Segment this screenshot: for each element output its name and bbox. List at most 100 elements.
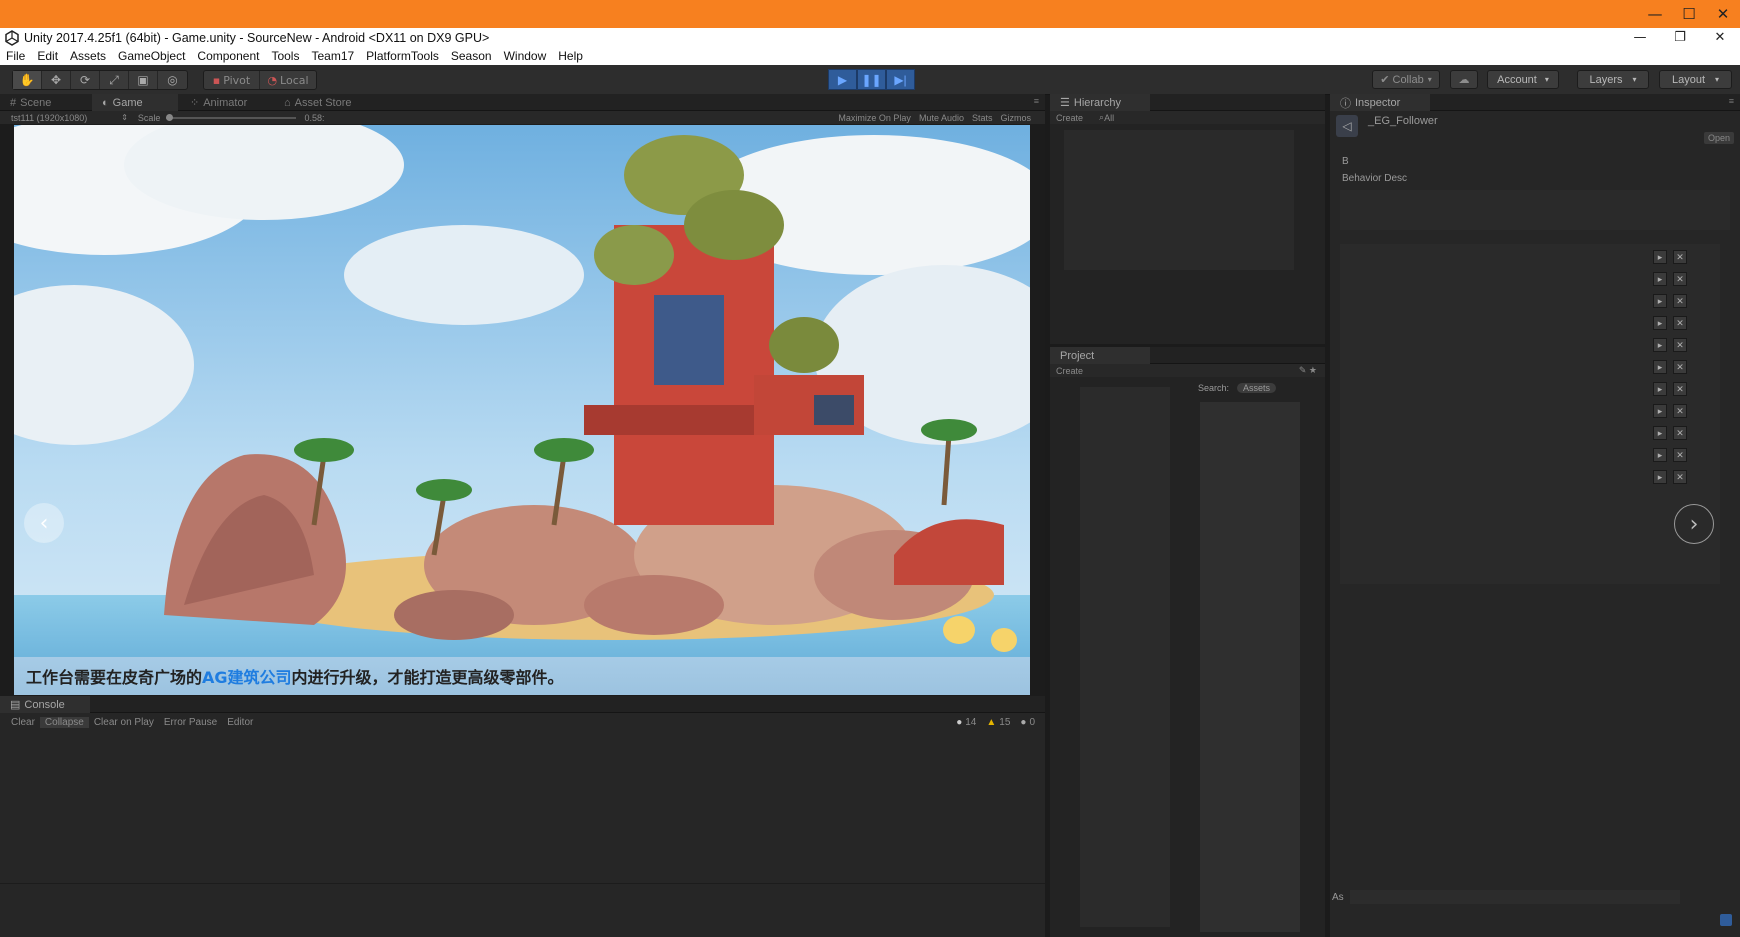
local-toggle[interactable]: ◔ Local bbox=[260, 71, 316, 89]
collapse-toggle[interactable]: Collapse bbox=[39, 716, 89, 728]
remove-icon[interactable]: ✕ bbox=[1673, 470, 1687, 484]
panel-menu-icon[interactable]: ≡ bbox=[1034, 96, 1039, 106]
tab-project[interactable]: Project bbox=[1050, 347, 1150, 364]
project-asset-list[interactable] bbox=[1200, 402, 1300, 932]
title-controls: — ❐ ✕ bbox=[1620, 28, 1740, 47]
scale-slider-thumb[interactable] bbox=[166, 113, 174, 121]
editor-dropdown[interactable]: Editor bbox=[222, 717, 258, 728]
tag-icon[interactable] bbox=[1720, 914, 1732, 926]
panel-menu-icon[interactable]: ≡ bbox=[1729, 96, 1734, 106]
create-dropdown[interactable]: Create bbox=[1056, 366, 1083, 376]
move-tool-icon[interactable]: ✥ bbox=[42, 71, 71, 89]
expand-icon[interactable]: ▸ bbox=[1653, 316, 1667, 330]
tag-icon[interactable]: ✎ ★ bbox=[1299, 365, 1317, 376]
next-slide-button[interactable]: › bbox=[1674, 504, 1714, 544]
menu-platformtools[interactable]: PlatformTools bbox=[360, 49, 445, 63]
expand-icon[interactable]: ▸ bbox=[1653, 272, 1667, 286]
menu-file[interactable]: File bbox=[0, 49, 31, 63]
stats-toggle[interactable]: Stats bbox=[972, 113, 993, 123]
menu-assets[interactable]: Assets bbox=[64, 49, 112, 63]
menu-gameobject[interactable]: GameObject bbox=[112, 49, 191, 63]
menu-edit[interactable]: Edit bbox=[31, 49, 64, 63]
tab-animator[interactable]: ⁘ Animator bbox=[180, 94, 272, 111]
expand-icon[interactable]: ▸ bbox=[1653, 382, 1667, 396]
menu-tools[interactable]: Tools bbox=[265, 49, 305, 63]
remove-icon[interactable]: ✕ bbox=[1673, 448, 1687, 462]
tab-hierarchy[interactable]: ☰ Hierarchy bbox=[1050, 94, 1150, 111]
remove-icon[interactable]: ✕ bbox=[1673, 404, 1687, 418]
menu-team17[interactable]: Team17 bbox=[305, 49, 360, 63]
rect-tool-icon[interactable]: ▣ bbox=[129, 71, 158, 89]
error-count[interactable]: 0 bbox=[1029, 717, 1035, 728]
scale-tool-icon[interactable]: ⤢ bbox=[100, 71, 129, 89]
hierarchy-search-input[interactable]: All bbox=[1104, 113, 1114, 123]
behavior-desc-field[interactable] bbox=[1340, 190, 1730, 230]
cloud-icon[interactable]: ☁ bbox=[1450, 70, 1478, 89]
tab-inspector[interactable]: ⓘ Inspector bbox=[1330, 94, 1430, 111]
expand-icon[interactable]: ▸ bbox=[1653, 250, 1667, 264]
menu-help[interactable]: Help bbox=[552, 49, 589, 63]
hierarchy-tree[interactable] bbox=[1064, 130, 1294, 270]
info-count[interactable]: 14 bbox=[965, 717, 976, 728]
clear-on-play-toggle[interactable]: Clear on Play bbox=[89, 717, 159, 728]
create-dropdown[interactable]: Create bbox=[1056, 113, 1083, 123]
rotate-tool-icon[interactable]: ⟳ bbox=[71, 71, 100, 89]
pivot-toggle[interactable]: ▪ Pivot bbox=[204, 71, 260, 89]
expand-icon[interactable]: ▸ bbox=[1653, 470, 1667, 484]
console-log-area[interactable] bbox=[0, 731, 1045, 937]
tab-scene[interactable]: # Scene bbox=[0, 94, 90, 111]
expand-icon[interactable]: ▸ bbox=[1653, 294, 1667, 308]
expand-icon[interactable]: ▸ bbox=[1653, 426, 1667, 440]
gizmos-dropdown[interactable]: Gizmos bbox=[1000, 113, 1031, 123]
account-button[interactable]: Account ▾ bbox=[1487, 70, 1559, 89]
clear-button[interactable]: Clear bbox=[6, 717, 40, 728]
menu-component[interactable]: Component bbox=[191, 49, 265, 63]
script-asset-icon: ◁ bbox=[1336, 115, 1358, 137]
minimize-icon[interactable]: — bbox=[1620, 28, 1660, 47]
remove-icon[interactable]: ✕ bbox=[1673, 382, 1687, 396]
expand-icon[interactable]: ▸ bbox=[1653, 448, 1667, 462]
scale-slider[interactable] bbox=[166, 113, 297, 121]
tab-game[interactable]: ◐ Game bbox=[92, 94, 178, 111]
remove-icon[interactable]: ✕ bbox=[1673, 426, 1687, 440]
expand-icon[interactable]: ▸ bbox=[1653, 404, 1667, 418]
expand-icon[interactable]: ▸ bbox=[1653, 360, 1667, 374]
open-button[interactable]: Open bbox=[1703, 132, 1734, 144]
warning-count[interactable]: 15 bbox=[999, 717, 1010, 728]
menu-season[interactable]: Season bbox=[445, 49, 498, 63]
tab-console[interactable]: ▤ Console bbox=[0, 696, 90, 713]
remove-icon[interactable]: ✕ bbox=[1673, 360, 1687, 374]
tab-asset-store[interactable]: ⌂ Asset Store bbox=[274, 94, 374, 111]
remove-icon[interactable]: ✕ bbox=[1673, 316, 1687, 330]
resolution-dropdown[interactable]: tst111 (1920x1080) bbox=[11, 113, 87, 123]
menu-window[interactable]: Window bbox=[498, 49, 553, 63]
remove-icon[interactable]: ✕ bbox=[1673, 338, 1687, 352]
mute-audio-toggle[interactable]: Mute Audio bbox=[919, 113, 964, 123]
restore-icon[interactable]: ❐ bbox=[1660, 28, 1700, 47]
inspector-tabbar: ⓘ Inspector ≡ bbox=[1330, 94, 1740, 111]
collab-button[interactable]: ✔ Collab ▾ bbox=[1372, 70, 1440, 89]
pause-icon[interactable]: ❚❚ bbox=[857, 69, 886, 90]
layout-button[interactable]: Layout ▾ bbox=[1659, 70, 1732, 89]
layers-button[interactable]: Layers ▾ bbox=[1577, 70, 1649, 89]
close-icon[interactable]: ✕ bbox=[1706, 0, 1740, 28]
play-icon[interactable]: ▶ bbox=[828, 69, 857, 90]
tab-console-label: Console bbox=[24, 698, 65, 711]
close-icon[interactable]: ✕ bbox=[1700, 28, 1740, 47]
error-pause-toggle[interactable]: Error Pause bbox=[159, 717, 222, 728]
step-icon[interactable]: ▶| bbox=[886, 69, 915, 90]
prev-slide-button[interactable]: ‹ bbox=[24, 503, 64, 543]
project-folder-tree[interactable] bbox=[1080, 387, 1170, 927]
maximize-on-play-toggle[interactable]: Maximize On Play bbox=[838, 113, 911, 123]
remove-icon[interactable]: ✕ bbox=[1673, 294, 1687, 308]
remove-icon[interactable]: ✕ bbox=[1673, 272, 1687, 286]
game-view[interactable]: ‹ 工作台需要在皮奇广场的 AG建筑公司 内进行升级，才能打造更高级零部件。 bbox=[14, 125, 1030, 695]
minimize-icon[interactable]: — bbox=[1638, 0, 1672, 28]
hand-tool-icon[interactable]: ✋ bbox=[13, 71, 42, 89]
transform-tool-icon[interactable]: ◎ bbox=[158, 71, 187, 89]
remove-icon[interactable]: ✕ bbox=[1673, 250, 1687, 264]
expand-icon[interactable]: ▸ bbox=[1653, 338, 1667, 352]
maximize-icon[interactable]: ☐ bbox=[1672, 0, 1706, 28]
asset-bundle-field[interactable] bbox=[1350, 890, 1680, 904]
assets-chip[interactable]: Assets bbox=[1237, 383, 1277, 393]
